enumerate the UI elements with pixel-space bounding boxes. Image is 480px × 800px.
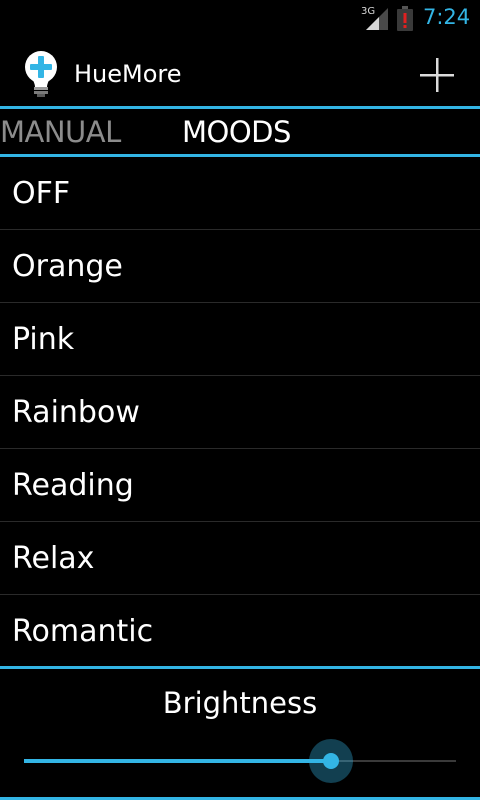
brightness-label: Brightness — [162, 686, 318, 720]
brightness-slider-fill — [24, 759, 331, 763]
brightness-panel: Brightness — [0, 669, 480, 797]
clock: 7:24 — [423, 5, 471, 29]
tab-moods[interactable]: MOODS — [182, 115, 291, 149]
mood-item-pink[interactable]: Pink — [0, 303, 480, 376]
app-title: HueMore — [74, 60, 182, 88]
tab-manual[interactable]: MANUAL — [0, 115, 121, 149]
mood-item-off[interactable]: OFF — [0, 157, 480, 230]
mood-item-rainbow[interactable]: Rainbow — [0, 376, 480, 449]
slider-thumb-core — [322, 753, 339, 769]
action-bar-divider — [0, 106, 480, 109]
brightness-slider[interactable] — [24, 739, 456, 783]
mood-item-reading[interactable]: Reading — [0, 449, 480, 522]
mood-list: OFF Orange Pink Rainbow Reading Relax Ro… — [0, 157, 480, 668]
brightness-slider-thumb[interactable] — [308, 739, 353, 783]
battery-alert-icon — [397, 6, 413, 31]
add-button[interactable] — [412, 50, 462, 100]
mood-item-relax[interactable]: Relax — [0, 522, 480, 595]
tab-strip: MANUAL MOODS — [0, 110, 480, 154]
status-bar: 3G 7:24 — [0, 0, 480, 38]
action-bar: HueMore — [0, 38, 480, 107]
mood-item-orange[interactable]: Orange — [0, 230, 480, 303]
bulb-plus-icon — [25, 51, 57, 97]
signal-icon — [366, 8, 388, 30]
mood-item-romantic[interactable]: Romantic — [0, 595, 480, 668]
